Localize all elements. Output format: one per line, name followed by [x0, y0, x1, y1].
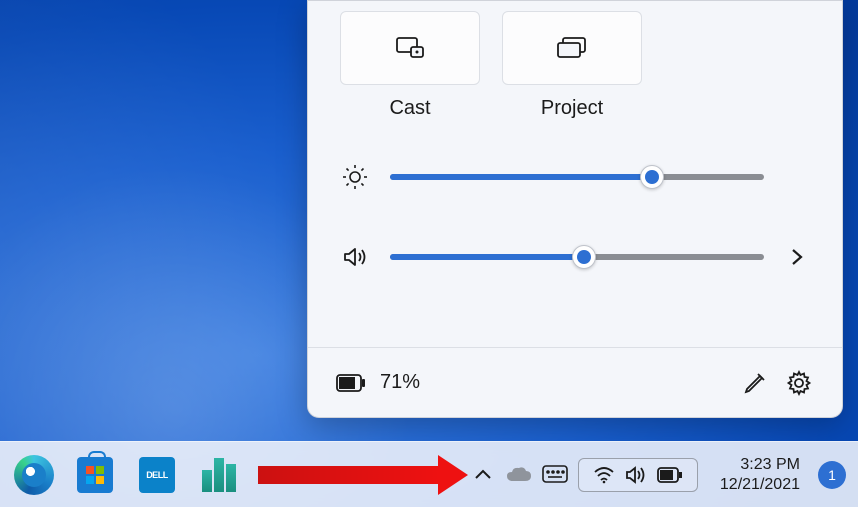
input-indicator-icon[interactable] [542, 462, 568, 488]
cast-label: Cast [389, 97, 430, 120]
cast-tile[interactable] [340, 11, 480, 85]
quick-settings-panel: Cast Project 70 [307, 0, 843, 418]
edit-quick-settings-button[interactable] [740, 368, 770, 398]
quick-settings-tiles: Cast Project [308, 1, 842, 120]
buildings-app[interactable] [197, 451, 241, 499]
volume-thumb[interactable] [572, 245, 596, 269]
brightness-row [308, 164, 842, 190]
battery-percent: 71% [380, 371, 420, 394]
onedrive-tray-icon[interactable] [506, 462, 532, 488]
settings-button[interactable] [784, 368, 814, 398]
brightness-thumb[interactable] [640, 165, 664, 189]
battery-tray-icon [657, 467, 683, 483]
project-tile-group: Project [502, 11, 642, 120]
volume-icon [342, 244, 368, 270]
wifi-icon [593, 466, 615, 484]
system-tray: 3:23 PM 12/21/2021 1 [470, 455, 846, 495]
dell-app[interactable]: DELL [135, 451, 179, 499]
volume-row [308, 244, 842, 270]
tray-overflow-button[interactable] [470, 462, 496, 488]
brightness-icon [342, 164, 368, 190]
edge-app[interactable] [12, 451, 56, 499]
notification-center-button[interactable]: 1 [818, 461, 846, 489]
speaker-icon [625, 465, 647, 485]
network-volume-battery-button[interactable] [578, 458, 698, 492]
volume-slider[interactable] [390, 254, 764, 260]
quick-settings-footer: 71% [308, 347, 842, 417]
microsoft-store-app[interactable] [74, 451, 118, 499]
annotation-arrow [258, 466, 440, 484]
cast-tile-group: Cast [340, 11, 480, 120]
taskbar-date: 12/21/2021 [720, 475, 800, 495]
battery-icon [336, 374, 366, 392]
project-icon [557, 37, 587, 59]
cast-icon [396, 37, 424, 59]
taskbar-time: 3:23 PM [720, 455, 800, 475]
volume-expand-button[interactable] [786, 246, 808, 268]
project-label: Project [541, 97, 603, 120]
project-tile[interactable] [502, 11, 642, 85]
brightness-slider[interactable] [390, 174, 764, 180]
notification-count: 1 [828, 467, 836, 483]
taskbar-clock[interactable]: 3:23 PM 12/21/2021 [720, 455, 800, 495]
taskbar: DELL [0, 441, 858, 507]
